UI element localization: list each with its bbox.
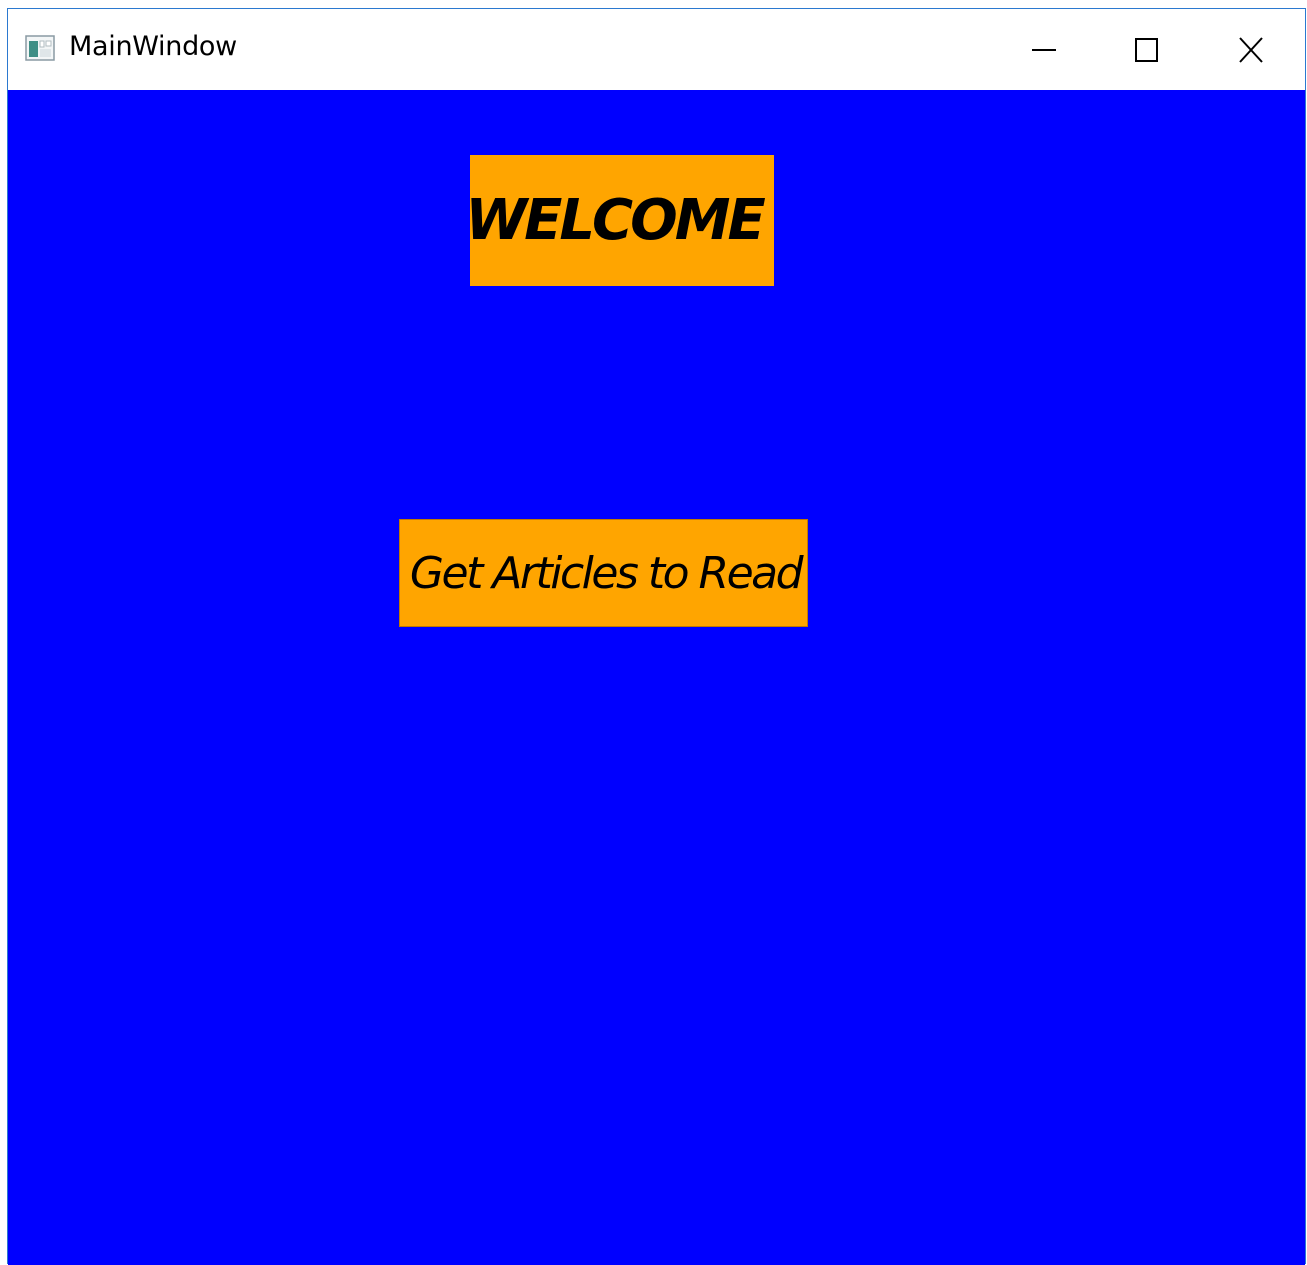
main-window: MainWindow WELCOME Get Articles to Read	[7, 8, 1306, 1265]
maximize-button[interactable]	[1097, 9, 1197, 90]
welcome-label: WELCOME	[465, 155, 774, 286]
maximize-icon	[1135, 37, 1158, 62]
get-articles-button[interactable]: Get Articles to Read	[399, 519, 808, 627]
window-title: MainWindow	[69, 31, 237, 62]
close-icon	[1239, 36, 1263, 63]
minimize-icon	[1032, 48, 1056, 51]
app-window-icon	[25, 35, 55, 61]
close-button[interactable]	[1201, 9, 1301, 90]
title-bar[interactable]: MainWindow	[8, 9, 1305, 90]
client-area: WELCOME Get Articles to Read	[8, 90, 1305, 1265]
minimize-button[interactable]	[994, 9, 1094, 90]
